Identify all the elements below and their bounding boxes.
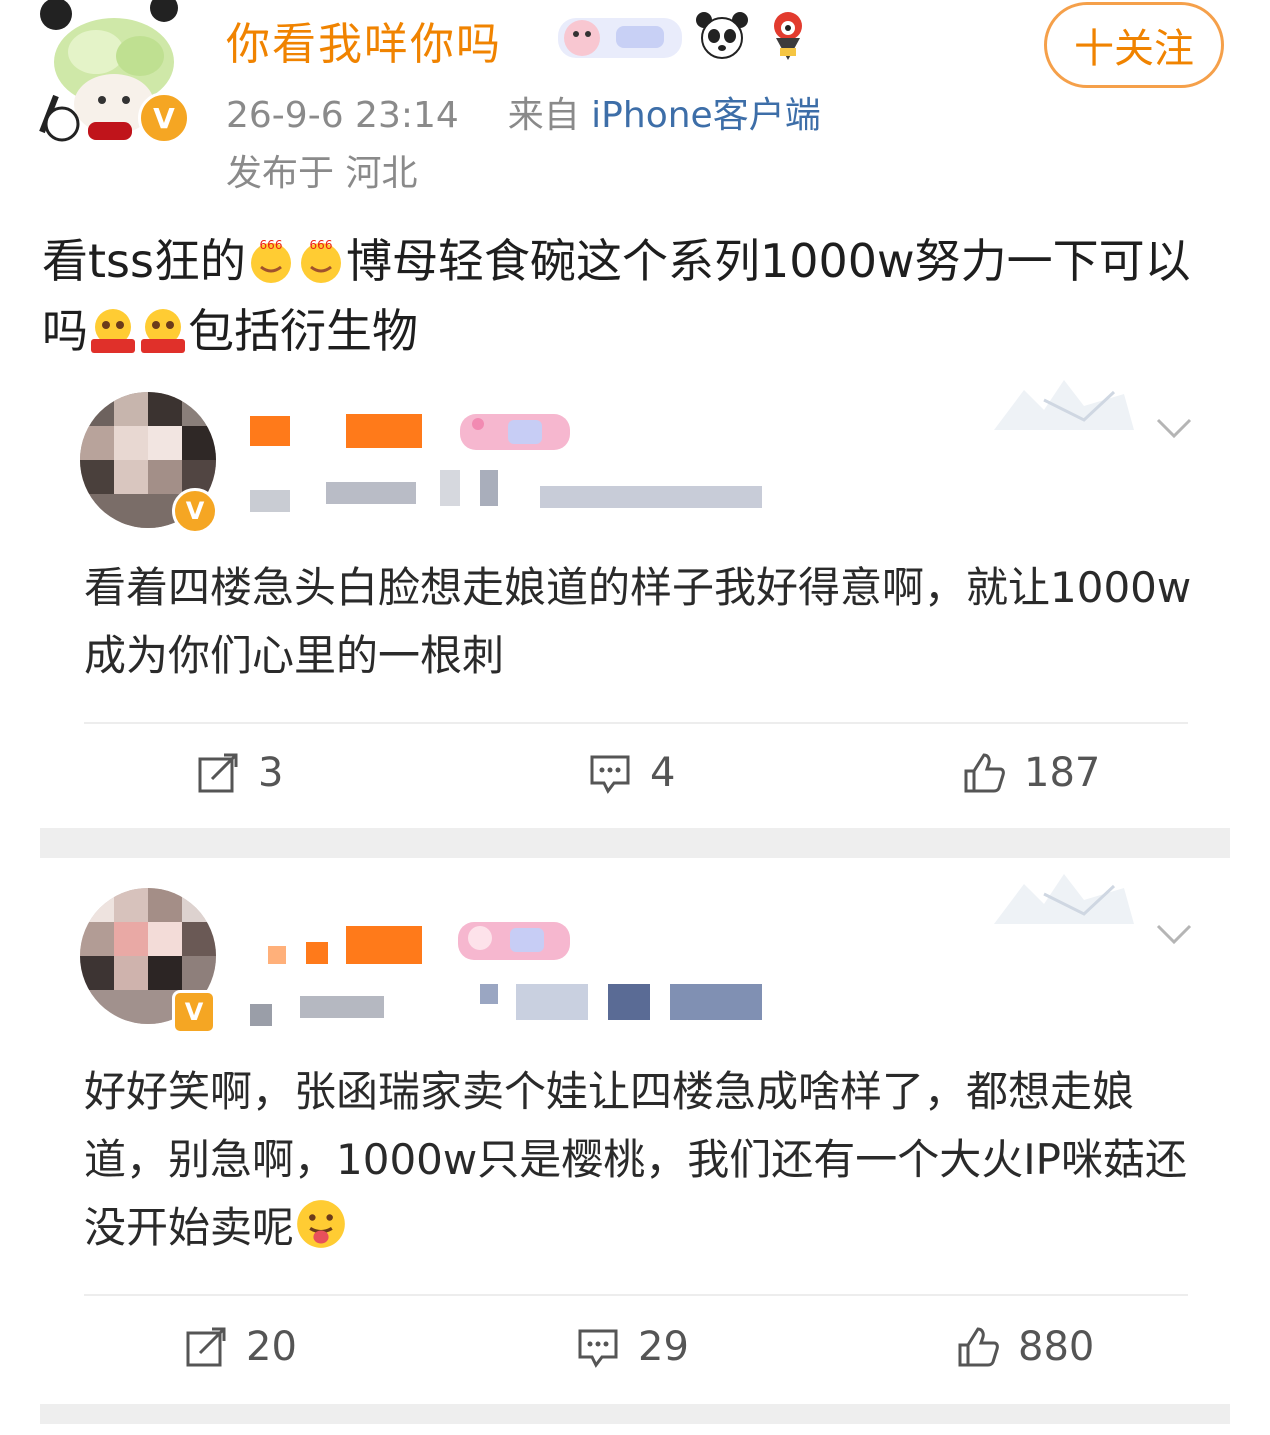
comment-meta-redacted (480, 470, 498, 506)
post-text-part: 看tss狂的 (42, 234, 246, 288)
emoji-tongue-icon (297, 1200, 345, 1248)
verified-badge-icon: V (138, 92, 190, 144)
emoji-666-icon: 666 (250, 238, 291, 283)
commenter-name-redacted (250, 416, 290, 446)
emoji-mutual-fan-icon (141, 309, 185, 353)
repost-button[interactable]: 3 (196, 750, 283, 796)
card-decoration-icon (984, 370, 1140, 440)
commenter-name-redacted (268, 946, 286, 964)
reply-button[interactable]: 29 (576, 1324, 689, 1370)
section-separator (40, 1404, 1230, 1424)
emoji-666-icon: 666 (300, 238, 341, 283)
panda-icon (694, 10, 750, 60)
like-count: 880 (1018, 1324, 1095, 1370)
like-button[interactable]: 187 (962, 750, 1100, 796)
comment-meta-redacted (250, 1004, 272, 1026)
comment-text-body: 好好笑啊，张函瑞家卖个娃让四楼急成啥样了，都想走娘道，别急啊，1000w只是樱桃… (84, 1067, 1187, 1252)
verified-badge-icon: V (172, 488, 218, 534)
commenter-name-redacted (346, 414, 422, 448)
comment-meta-redacted (326, 482, 416, 504)
reply-count: 29 (638, 1324, 689, 1370)
comment-icon (590, 755, 630, 794)
post-location: 发布于 河北 (226, 153, 418, 194)
comment-meta-redacted (250, 490, 290, 512)
comment-card: V 好好笑啊，张函瑞家卖个娃让四楼急成啥样了，都想走娘道，别急啊，1000w只是… (0, 860, 1270, 1420)
emoji-mutual-fan-icon (91, 309, 135, 353)
repost-icon (198, 753, 238, 793)
comment-icon (578, 1329, 618, 1368)
post-timestamp: 26-9-6 23:14 (226, 95, 459, 136)
like-count: 187 (1024, 750, 1101, 796)
comment-meta-redacted (300, 996, 384, 1018)
poster-username[interactable]: 你看我咩你吗 (226, 8, 502, 72)
comment-meta-redacted (516, 984, 588, 1020)
like-icon (964, 753, 1005, 793)
chevron-down-icon[interactable] (1154, 416, 1194, 440)
comment-meta-redacted (540, 486, 762, 508)
comment-meta-redacted (608, 984, 650, 1020)
user-badge-bear-icon (556, 12, 684, 62)
verified-badge-icon: V (172, 990, 216, 1034)
chevron-down-icon[interactable] (1154, 922, 1194, 946)
comment-card: V 看着四楼急头白脸想走娘道的样子我好得意啊，就让1000w成为你们心里的一根刺… (0, 370, 1270, 830)
comment-meta-redacted (480, 984, 498, 1004)
repost-count: 20 (246, 1324, 297, 1370)
comment-meta-redacted (670, 984, 762, 1020)
repost-button[interactable]: 20 (184, 1324, 297, 1370)
reply-button[interactable]: 4 (588, 750, 675, 796)
svg-text:666: 666 (310, 238, 333, 252)
comment-text: 好好笑啊，张函瑞家卖个娃让四楼急成啥样了，都想走娘道，别急啊，1000w只是樱桃… (84, 1058, 1194, 1262)
card-decoration-icon (984, 864, 1140, 934)
like-button[interactable]: 880 (956, 1324, 1094, 1370)
post-text-part: 包括衍生物 (188, 304, 418, 358)
svg-text:666: 666 (260, 238, 283, 252)
post-source-link[interactable]: iPhone客户端 (591, 95, 821, 136)
post-meta: 26-9-6 23:14 来自 iPhone客户端 (226, 86, 821, 138)
reply-count: 4 (650, 750, 676, 796)
follow-button[interactable]: 十关注 (1044, 2, 1224, 88)
mascot-icon (766, 8, 810, 62)
user-badge-icon (456, 918, 572, 964)
post-text: 看tss狂的 666 666 博母轻食碗这个系列1000w努力一下可以吗 包括衍生物 (42, 226, 1222, 366)
comment-meta-redacted (440, 470, 460, 506)
like-icon (958, 1327, 999, 1367)
poster-avatar[interactable]: V (36, 0, 192, 146)
user-badge-icon (458, 410, 572, 454)
divider (84, 1294, 1188, 1296)
divider (84, 722, 1188, 724)
commenter-name-redacted (346, 926, 422, 964)
comment-text: 看着四楼急头白脸想走娘道的样子我好得意啊，就让1000w成为你们心里的一根刺 (84, 563, 1192, 680)
repost-count: 3 (258, 750, 284, 796)
repost-icon (186, 1327, 226, 1367)
section-separator (40, 828, 1230, 858)
from-label: 来自 (507, 95, 580, 136)
commenter-name-redacted (306, 942, 328, 964)
